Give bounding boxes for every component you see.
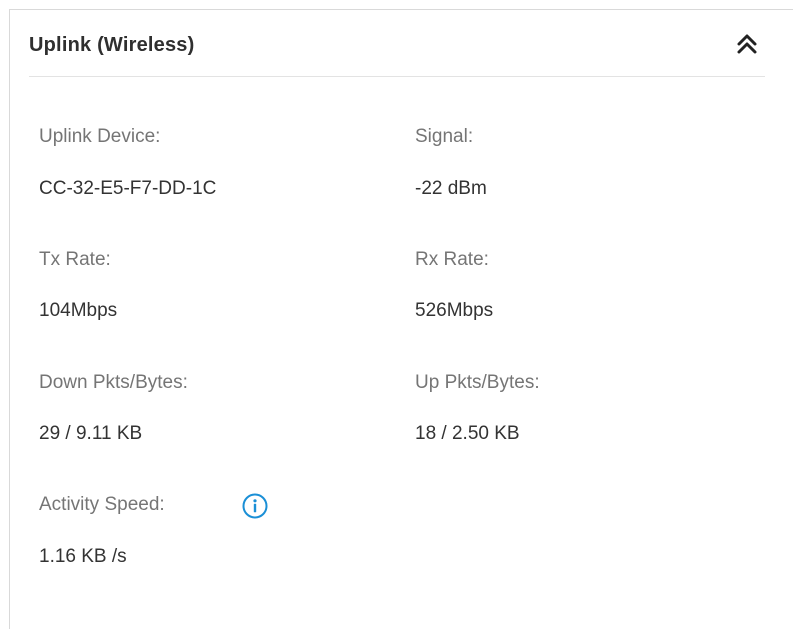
uplink-device-label: Uplink Device: (39, 126, 161, 147)
uplink-device-value: CC-32-E5-F7-DD-1C (39, 178, 217, 199)
activity-speed-value: 1.16 KB /s (39, 546, 127, 567)
double-chevron-up-icon[interactable] (733, 30, 761, 58)
uplink-wireless-panel (9, 9, 793, 629)
rx-rate-label: Rx Rate: (415, 249, 489, 270)
signal-label: Signal: (415, 126, 474, 147)
tx-rate-value: 104Mbps (39, 300, 118, 321)
rx-rate-value: 526Mbps (415, 300, 494, 321)
signal-value: -22 dBm (415, 178, 487, 199)
down-pkts-bytes-value: 29 / 9.11 KB (39, 423, 143, 444)
down-pkts-bytes-label: Down Pkts/Bytes: (39, 372, 188, 393)
up-pkts-bytes-value: 18 / 2.50 KB (415, 423, 520, 444)
panel-header: Uplink (Wireless) (29, 26, 765, 77)
panel-title: Uplink (Wireless) (29, 34, 195, 56)
up-pkts-bytes-label: Up Pkts/Bytes: (415, 372, 540, 393)
tx-rate-label: Tx Rate: (39, 249, 111, 270)
activity-speed-label: Activity Speed: (39, 494, 165, 515)
info-circle-icon[interactable] (242, 493, 268, 519)
